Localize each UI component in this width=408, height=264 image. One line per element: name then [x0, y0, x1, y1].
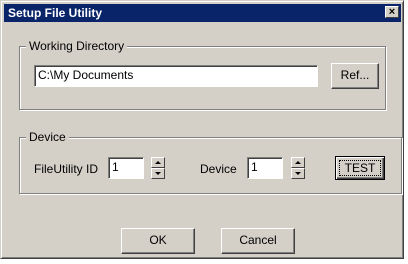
cancel-button[interactable]: Cancel — [221, 228, 295, 254]
test-button[interactable]: TEST — [335, 156, 385, 180]
fileutility-id-label: FileUtility ID — [34, 162, 99, 176]
arrow-up-icon — [155, 161, 161, 164]
close-icon: × — [388, 6, 396, 18]
setup-dialog: Setup File Utility × Working Directory C… — [0, 0, 404, 259]
arrow-down-icon — [295, 172, 301, 175]
fileutility-id-spinner[interactable] — [151, 157, 165, 179]
focus-rect — [339, 160, 381, 176]
device-group-label: Device — [26, 130, 69, 144]
fileutility-id-up-button[interactable] — [151, 157, 165, 168]
title-bar[interactable]: Setup File Utility × — [4, 4, 401, 22]
device-input[interactable]: 1 — [247, 157, 283, 179]
ref-button[interactable]: Ref... — [331, 63, 379, 89]
device-up-button[interactable] — [291, 157, 305, 168]
fileutility-id-input[interactable]: 1 — [108, 157, 144, 179]
device-spinner[interactable] — [291, 157, 305, 179]
close-button[interactable]: × — [385, 6, 399, 18]
ok-button[interactable]: OK — [121, 228, 195, 254]
arrow-down-icon — [155, 172, 161, 175]
fileutility-id-down-button[interactable] — [151, 168, 165, 179]
working-directory-input[interactable]: C:\My Documents — [34, 65, 318, 87]
cancel-button-label: Cancel — [239, 233, 277, 247]
device-label: Device — [200, 162, 237, 176]
dialog-title: Setup File Utility — [8, 6, 103, 20]
arrow-up-icon — [295, 161, 301, 164]
device-down-button[interactable] — [291, 168, 305, 179]
ref-button-label: Ref... — [340, 68, 370, 82]
ok-button-label: OK — [149, 233, 167, 247]
working-directory-label: Working Directory — [26, 39, 128, 53]
